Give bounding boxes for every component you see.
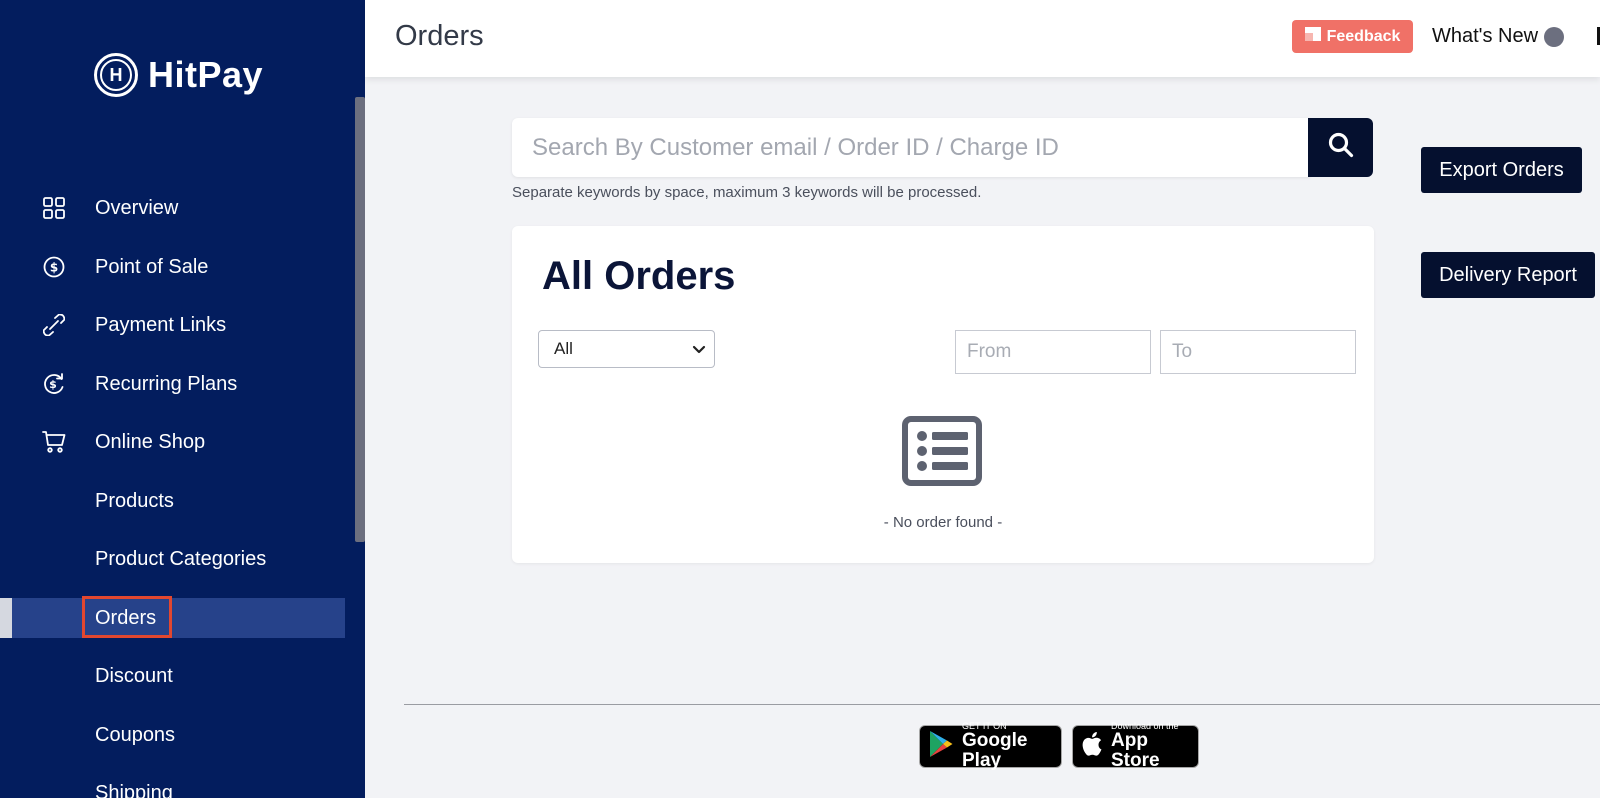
list-icon <box>902 416 982 491</box>
svg-text:$: $ <box>50 261 58 275</box>
sidebar-item-label: Product Categories <box>95 547 267 570</box>
sidebar-item-online-shop[interactable]: Online Shop <box>0 422 345 462</box>
active-indicator <box>0 598 12 638</box>
sidebar-item-discount[interactable]: Discount <box>0 656 345 696</box>
status-filter-value: All <box>554 339 573 358</box>
sidebar-item-label: Shipping <box>95 781 173 798</box>
app-store-text: Download on the App Store <box>1111 722 1198 771</box>
logo-mark-icon: H <box>94 53 138 97</box>
top-bar: Orders Feedback What's New <box>365 0 1600 77</box>
to-date-field[interactable]: To <box>1160 330 1356 374</box>
from-date-field[interactable]: From <box>955 330 1151 374</box>
app-store-big-text: App Store <box>1111 730 1160 771</box>
sidebar-item-label: Recurring Plans <box>95 372 238 395</box>
sidebar-item-label: Orders <box>95 606 157 629</box>
brand-name: HitPay <box>148 54 264 95</box>
apple-icon <box>1081 731 1103 762</box>
sidebar-item-label: Payment Links <box>95 313 227 336</box>
sidebar-item-products[interactable]: Products <box>0 481 345 521</box>
feedback-icon <box>1304 27 1321 46</box>
google-play-badge[interactable]: GET IT ON Google Play <box>919 722 1062 771</box>
sidebar-item-label: Online Shop <box>95 430 206 453</box>
sidebar-item-payment-links[interactable]: Payment Links <box>0 305 345 345</box>
delivery-report-button[interactable]: Delivery Report <box>1421 252 1595 298</box>
sidebar-item-product-categories[interactable]: Product Categories <box>0 539 345 579</box>
sidebar-item-shipping[interactable]: Shipping <box>0 773 345 798</box>
export-orders-button[interactable]: Export Orders <box>1421 147 1582 193</box>
grid-icon <box>42 196 66 220</box>
sidebar-item-coupons[interactable]: Coupons <box>0 715 345 755</box>
sidebar-scrollbar[interactable] <box>355 97 365 542</box>
sidebar-item-label: Point of Sale <box>95 255 209 278</box>
orders-card: All Orders All From To - No order found … <box>512 226 1374 563</box>
app-store-badge[interactable]: Download on the App Store <box>1072 722 1199 771</box>
google-play-text: GET IT ON Google Play <box>962 722 1061 771</box>
sidebar-item-recurring-plans[interactable]: $ Recurring Plans <box>0 364 345 404</box>
search-hint: Separate keywords by space, maximum 3 ke… <box>512 184 982 201</box>
status-filter-select[interactable]: All <box>538 330 715 368</box>
sidebar-item-point-of-sale[interactable]: $ Point of Sale <box>0 247 345 287</box>
cart-icon <box>42 430 66 454</box>
search-icon <box>1328 132 1354 163</box>
feedback-button[interactable]: Feedback <box>1292 20 1413 53</box>
sidebar-item-label: Overview <box>95 196 179 219</box>
logo-letter: H <box>100 59 132 91</box>
sidebar: H HitPay Overview $ Point of Sale Paymen… <box>0 0 365 798</box>
feedback-label: Feedback <box>1326 27 1401 45</box>
google-play-big-text: Google Play <box>962 730 1028 771</box>
sidebar-item-label: Discount <box>95 664 173 687</box>
empty-state-text: - No order found - <box>883 514 1003 531</box>
sidebar-item-orders[interactable]: Orders <box>0 596 345 638</box>
hitpay-logo[interactable]: H HitPay <box>94 53 263 97</box>
page-title: Orders <box>395 20 484 52</box>
notification-dot-icon <box>1544 26 1565 47</box>
footer-divider <box>404 704 1600 705</box>
card-title: All Orders <box>542 254 736 298</box>
link-icon <box>42 313 66 337</box>
sidebar-item-label: Coupons <box>95 723 176 746</box>
sidebar-item-label: Products <box>95 489 174 512</box>
search-button[interactable] <box>1308 118 1373 177</box>
svg-text:$: $ <box>49 378 57 391</box>
search-box <box>512 118 1310 177</box>
search-input[interactable] <box>512 118 1310 177</box>
whats-new-link[interactable]: What's New <box>1432 25 1565 48</box>
chevron-down-icon <box>690 340 708 358</box>
whats-new-label: What's New <box>1432 25 1539 47</box>
recurring-icon: $ <box>42 372 66 396</box>
dollar-circle-icon: $ <box>42 255 66 279</box>
google-play-icon <box>928 730 954 763</box>
sidebar-item-overview[interactable]: Overview <box>0 188 345 228</box>
